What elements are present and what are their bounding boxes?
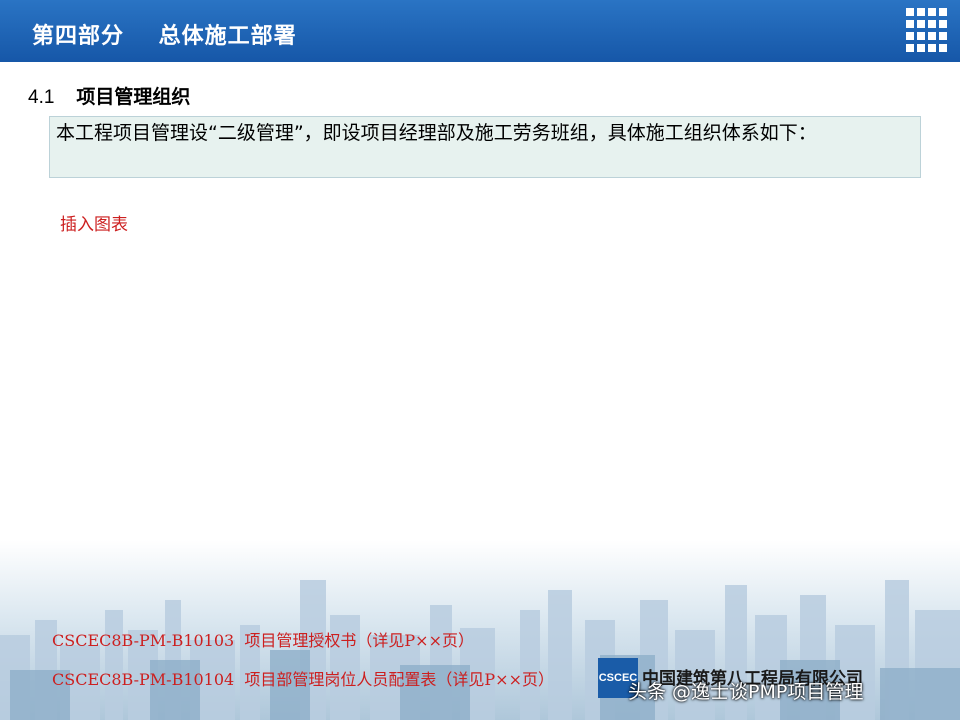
building-grid-logo-icon	[906, 8, 947, 52]
page-title: 第四部分 总体施工部署	[32, 24, 297, 49]
watermark-text: 头条 @逸士谈PMP项目管理	[628, 681, 864, 703]
section-number: 4.1	[28, 87, 55, 108]
reference-line-authorization: CSCEC8B-PM-B10103 项目管理授权书（详见P××页）	[52, 631, 474, 650]
header-bar: 第四部分 总体施工部署	[0, 0, 960, 62]
reference-line-staffing: CSCEC8B-PM-B10104 项目部管理岗位人员配置表（详见P××页）	[52, 670, 554, 689]
insert-chart-placeholder: 插入图表	[60, 215, 128, 235]
intro-text-box: 本工程项目管理设“二级管理”，即设项目经理部及施工劳务班组，具体施工组织体系如下…	[49, 116, 921, 178]
section-title: 项目管理组织	[76, 86, 191, 108]
section-heading: 4.1 项目管理组织	[28, 82, 190, 109]
